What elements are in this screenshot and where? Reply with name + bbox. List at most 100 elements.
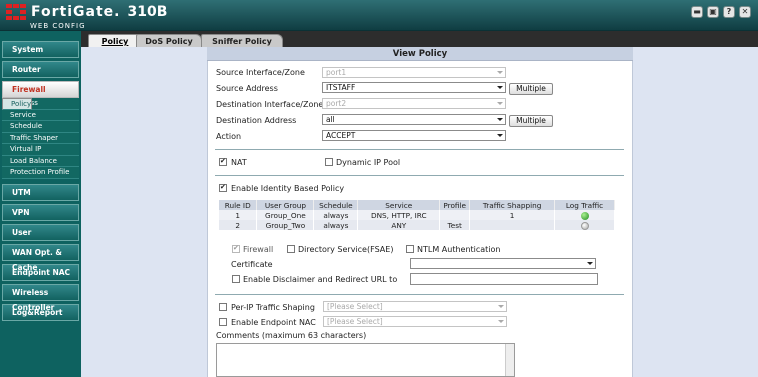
sidebar-subitem-protection-profile[interactable]: Protection Profile [2, 167, 79, 179]
log-traffic-cell [554, 220, 615, 230]
nat-label: NAT [231, 158, 247, 167]
dynamic-ip-pool-checkbox[interactable] [325, 158, 333, 166]
comments-textarea[interactable] [216, 343, 515, 377]
tab-bar: Policy DoS Policy Sniffer Policy [81, 31, 758, 47]
identity-policy-label: Enable Identity Based Policy [231, 184, 345, 193]
sidebar-subitem-policy[interactable]: Policy [2, 98, 33, 110]
chevron-down-icon [497, 102, 503, 105]
user-group-cell: Group_Two [256, 220, 315, 230]
per-ip-shaping-checkbox[interactable] [219, 303, 227, 311]
source-interface-value: port1 [326, 68, 347, 77]
fsae-checkbox[interactable] [287, 245, 295, 253]
sidebar-item-user[interactable]: User [2, 223, 79, 241]
save-icon[interactable]: ▣ [707, 6, 719, 18]
nat-checkbox[interactable] [219, 158, 227, 166]
column-header: Schedule [313, 200, 359, 210]
sidebar-item-firewall[interactable]: Firewall [2, 81, 79, 98]
log-enabled-icon [580, 211, 589, 220]
service-cell: DNS, HTTP, IRC [357, 210, 441, 220]
sidebar-item-vpn[interactable]: VPN [2, 203, 79, 221]
sidebar: System Router Firewall Policy Address Se… [0, 31, 81, 377]
source-multiple-button[interactable]: Multiple [509, 83, 553, 95]
column-header: User Group [256, 200, 315, 210]
firewall-auth-label: Firewall [243, 245, 274, 254]
redirect-url-input[interactable] [410, 273, 598, 285]
profile-cell: Test [439, 220, 471, 230]
chevron-down-icon [497, 71, 503, 74]
fsae-label: Directory Service(FSAE) [298, 245, 394, 254]
sidebar-item-router[interactable]: Router [2, 61, 79, 78]
sidebar-subitem-service[interactable]: Service [2, 109, 79, 121]
sidebar-item-wireless-controller[interactable]: Wireless Controller [2, 283, 79, 312]
ntlm-checkbox[interactable] [406, 245, 414, 253]
sidebar-subitem-traffic-shaper[interactable]: Traffic Shaper [2, 132, 79, 144]
destination-interface-select[interactable]: port2 [322, 98, 506, 109]
sidebar-subitem-virtual-ip[interactable]: Virtual IP [2, 144, 79, 156]
web-config-label: WEB CONFIG [30, 22, 86, 30]
logo: FortiGate. 310B [6, 4, 167, 20]
traffic-shaping-cell [469, 220, 556, 230]
sidebar-item-utm[interactable]: UTM [2, 183, 79, 201]
per-ip-shaping-select[interactable]: [Please Select] [323, 301, 507, 312]
rule-id-cell: 1 [219, 210, 258, 220]
sidebar-item-endpoint-nac[interactable]: Endpoint NAC [2, 263, 79, 281]
chevron-down-icon [587, 262, 593, 265]
destination-address-label: Destination Address [216, 116, 297, 125]
comments-label: Comments (maximum 63 characters) [216, 331, 367, 340]
dynamic-ip-pool-label: Dynamic IP Pool [336, 158, 401, 167]
destination-address-value: all [326, 115, 335, 124]
destination-interface-label: Destination Interface/Zone [216, 100, 324, 109]
sidebar-item-log-report[interactable]: Log&Report [2, 303, 79, 321]
chevron-down-icon [498, 320, 504, 323]
certificate-label: Certificate [231, 260, 273, 269]
logout-icon[interactable]: ✕ [739, 6, 751, 18]
destination-interface-value: port2 [326, 99, 347, 108]
endpoint-nac-value: [Please Select] [327, 317, 383, 326]
action-label: Action [216, 132, 242, 141]
column-header: Rule ID [219, 200, 258, 210]
log-traffic-cell [554, 210, 615, 220]
column-header: Service [357, 200, 441, 210]
toolbar-icons: ▬ ▣ ? ✕ [691, 6, 751, 18]
sidebar-item-system[interactable]: System [2, 41, 79, 58]
destination-multiple-button[interactable]: Multiple [509, 115, 553, 127]
schedule-cell: always [313, 210, 359, 220]
source-address-select[interactable]: ITSTAFF [322, 82, 506, 93]
sidebar-item-wan-opt[interactable]: WAN Opt. & Cache [2, 243, 79, 272]
table-row[interactable]: 1 Group_One always DNS, HTTP, IRC 1 [219, 210, 615, 220]
traffic-shaping-cell: 1 [469, 210, 556, 220]
help-icon[interactable]: ? [723, 6, 735, 18]
column-header: Profile [439, 200, 471, 210]
model-name: 310B [127, 4, 168, 20]
identity-policy-checkbox[interactable] [219, 184, 227, 192]
source-address-label: Source Address [216, 84, 278, 93]
firewall-auth-checkbox[interactable] [232, 245, 240, 253]
divider [215, 294, 624, 295]
console-icon[interactable]: ▬ [691, 6, 703, 18]
fortigate-web-config: FortiGate. 310B WEB CONFIG ▬ ▣ ? ✕ Syste… [0, 0, 758, 377]
endpoint-nac-select[interactable]: [Please Select] [323, 316, 507, 327]
sidebar-subitem-schedule[interactable]: Schedule [2, 121, 79, 133]
ntlm-label: NTLM Authentication [417, 245, 501, 254]
destination-address-select[interactable]: all [322, 114, 506, 125]
identity-rules-table: Rule ID User Group Schedule Service Prof… [219, 200, 615, 230]
certificate-select[interactable] [410, 258, 596, 269]
table-row[interactable]: 2 Group_Two always ANY Test [219, 220, 615, 230]
panel-title: View Policy [207, 47, 633, 61]
source-address-value: ITSTAFF [326, 83, 356, 92]
per-ip-shaping-label: Per-IP Traffic Shaping [231, 303, 315, 312]
tab-dos-policy[interactable]: DoS Policy [136, 34, 202, 47]
endpoint-nac-checkbox[interactable] [219, 318, 227, 326]
profile-cell [439, 210, 471, 220]
tab-policy[interactable]: Policy [88, 34, 142, 47]
sidebar-subitem-load-balance[interactable]: Load Balance [2, 155, 79, 167]
disclaimer-checkbox[interactable] [232, 275, 240, 283]
user-group-cell: Group_One [256, 210, 315, 220]
source-interface-select[interactable]: port1 [322, 67, 506, 78]
action-select[interactable]: ACCEPT [322, 130, 506, 141]
action-value: ACCEPT [326, 131, 356, 140]
service-cell: ANY [357, 220, 441, 230]
tab-sniffer-policy[interactable]: Sniffer Policy [201, 34, 283, 47]
table-header-row: Rule ID User Group Schedule Service Prof… [219, 200, 615, 210]
comments-scrollbar[interactable] [505, 344, 514, 376]
